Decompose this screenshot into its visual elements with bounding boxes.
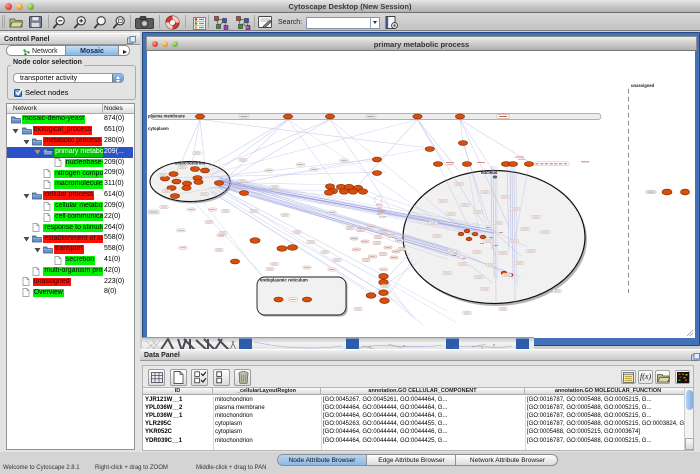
svg-text:nucleus: nucleus (481, 170, 498, 175)
svg-text:mitochondrion: mitochondrion (175, 161, 206, 166)
svg-text:unassigned: unassigned (631, 83, 655, 88)
svg-text:plasma membrane: plasma membrane (148, 114, 185, 119)
svg-text:endoplasmic reticulum: endoplasmic reticulum (260, 278, 308, 283)
svg-text:cytoplasm: cytoplasm (148, 126, 169, 131)
